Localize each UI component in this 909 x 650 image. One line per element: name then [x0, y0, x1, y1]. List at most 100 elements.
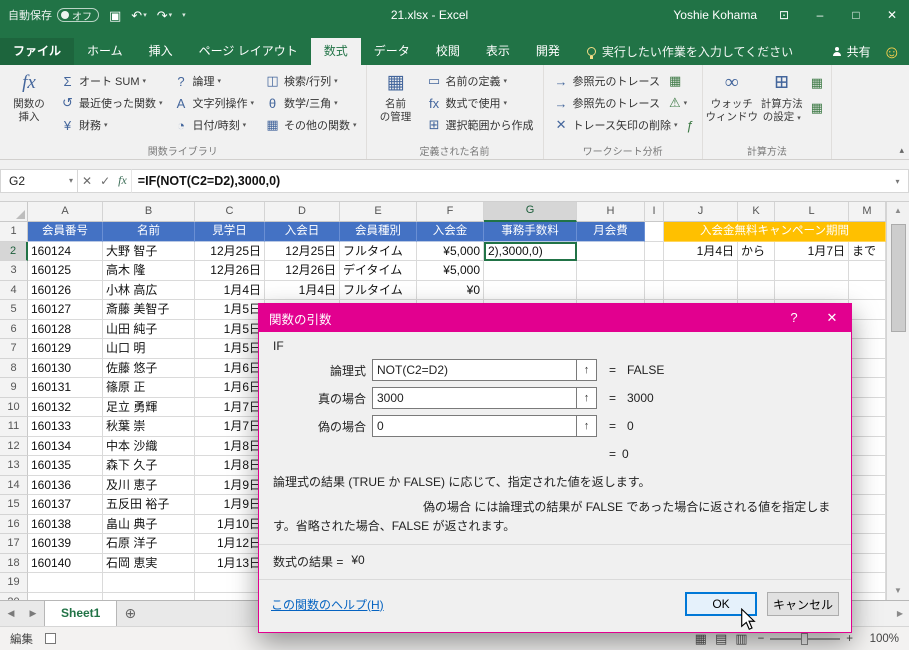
cell[interactable]: 中本 沙織: [103, 436, 195, 456]
tell-me-box[interactable]: 実行したい作業を入力してください: [586, 38, 793, 65]
dialog-close-button[interactable]: ✕: [813, 304, 851, 332]
column-header-M[interactable]: M: [849, 202, 886, 222]
cell[interactable]: [577, 241, 645, 261]
ribbon-button-remove-arrows[interactable]: ✕ トレース矢印の削除 ▾: [548, 114, 683, 136]
column-header-G[interactable]: G: [484, 202, 577, 222]
value-if-false-input[interactable]: 0: [372, 415, 577, 437]
value-if-true-range-picker-button[interactable]: ↑: [577, 387, 597, 409]
ribbon-button-define-name[interactable]: ▭ 名前の定義 ▾: [421, 70, 539, 92]
cancel-button[interactable]: キャンセル: [767, 592, 839, 617]
ribbon-button-financial[interactable]: ¥ 財務 ▾: [54, 114, 168, 136]
ribbon-button-lookup-reference[interactable]: ◫ 検索/行列 ▾: [259, 70, 362, 92]
redo-button[interactable]: ↷ ▾: [157, 9, 172, 22]
cell[interactable]: 160140: [28, 553, 103, 573]
cell[interactable]: [849, 339, 886, 359]
cell[interactable]: 160130: [28, 358, 103, 378]
cell[interactable]: 1月7日: [775, 241, 849, 261]
cell[interactable]: [849, 261, 886, 281]
value-if-false-range-picker-button[interactable]: ↑: [577, 415, 597, 437]
row-header-7[interactable]: 7: [0, 339, 28, 359]
ribbon-button-math-trig[interactable]: θ 数学/三角 ▾: [259, 92, 362, 114]
cell[interactable]: [849, 417, 886, 437]
column-header-B[interactable]: B: [103, 202, 195, 222]
cell[interactable]: 1月8日: [195, 436, 265, 456]
cell[interactable]: 山田 純子: [103, 319, 195, 339]
tab-data[interactable]: データ: [361, 38, 423, 65]
cell[interactable]: [577, 261, 645, 281]
cell[interactable]: 斎藤 美智子: [103, 300, 195, 320]
cell[interactable]: 石岡 恵実: [103, 553, 195, 573]
formula-enter-button[interactable]: ✓: [100, 174, 110, 188]
select-all-corner[interactable]: [0, 202, 28, 222]
active-cell-G2[interactable]: 2),3000,0): [484, 241, 577, 261]
cell[interactable]: 畠山 典子: [103, 514, 195, 534]
dialog-titlebar[interactable]: 関数の引数 ? ✕: [259, 304, 851, 332]
row-header-6[interactable]: 6: [0, 319, 28, 339]
cell[interactable]: [664, 261, 738, 281]
cell[interactable]: 足立 勇輝: [103, 397, 195, 417]
cell[interactable]: 山口 明: [103, 339, 195, 359]
close-button[interactable]: ✕: [883, 8, 901, 22]
tab-file[interactable]: ファイル: [0, 38, 75, 65]
name-box-dropdown-icon[interactable]: ▾: [69, 176, 73, 185]
row-header-12[interactable]: 12: [0, 436, 28, 456]
column-header-F[interactable]: F: [417, 202, 484, 222]
undo-button[interactable]: ↶ ▾: [131, 9, 146, 22]
cell[interactable]: [849, 456, 886, 476]
row-header-18[interactable]: 18: [0, 553, 28, 573]
ribbon-button-calculate-sheet[interactable]: ▦: [807, 97, 827, 119]
new-sheet-button[interactable]: ⊕: [117, 601, 143, 626]
cell[interactable]: 1月6日: [195, 358, 265, 378]
ribbon-button-name-manager[interactable]: ▦ 名前 の管理: [371, 68, 421, 144]
cell[interactable]: [849, 592, 886, 600]
column-title-cell[interactable]: 見学日: [195, 222, 265, 242]
ribbon-button-more-functions[interactable]: ▦ その他の関数 ▾: [259, 114, 362, 136]
column-header-H[interactable]: H: [577, 202, 645, 222]
cell[interactable]: 石原 洋子: [103, 534, 195, 554]
ribbon-button-calculation-options[interactable]: ⊞ 計算方法 の設定 ▾: [757, 68, 807, 144]
ribbon-button-evaluate-formula[interactable]: ƒ: [683, 114, 698, 136]
autosave-toggle[interactable]: 自動保存 オフ: [8, 7, 99, 23]
column-title-cell[interactable]: 名前: [103, 222, 195, 242]
cell[interactable]: [28, 592, 103, 600]
campaign-header-cell[interactable]: 入会金無料キャンペーン期間: [664, 222, 886, 242]
cell[interactable]: [484, 261, 577, 281]
cell[interactable]: ¥5,000: [417, 261, 484, 281]
cell[interactable]: [484, 280, 577, 300]
cell[interactable]: まで: [849, 241, 886, 261]
cell[interactable]: [664, 280, 738, 300]
cell[interactable]: [849, 378, 886, 398]
minimize-button[interactable]: –: [811, 8, 829, 22]
row-header-1[interactable]: 1: [0, 222, 28, 242]
column-title-cell[interactable]: 会員番号: [28, 222, 103, 242]
cell[interactable]: [849, 534, 886, 554]
cell[interactable]: ¥5,000: [417, 241, 484, 261]
feedback-smiley-button[interactable]: ☺: [883, 43, 901, 61]
cell[interactable]: 12月26日: [195, 261, 265, 281]
cell[interactable]: [849, 475, 886, 495]
ribbon-button-use-in-formula[interactable]: fx 数式で使用 ▾: [421, 92, 539, 114]
cell[interactable]: 1月5日: [195, 339, 265, 359]
ribbon-button-show-formulas[interactable]: ▦: [665, 70, 685, 92]
ribbon-button-calculate-now[interactable]: ▦: [807, 72, 827, 94]
cell[interactable]: [195, 573, 265, 593]
tab-view[interactable]: 表示: [473, 38, 523, 65]
ribbon-button-recent-functions[interactable]: ↺ 最近使った関数 ▾: [54, 92, 168, 114]
zoom-in-button[interactable]: +: [846, 633, 853, 645]
cell[interactable]: 1月10日: [195, 514, 265, 534]
row-header-20[interactable]: 20: [0, 592, 28, 600]
cell[interactable]: [645, 280, 664, 300]
cell[interactable]: 1月12日: [195, 534, 265, 554]
function-help-link[interactable]: この関数のヘルプ(H): [271, 596, 384, 613]
share-button[interactable]: 共有: [833, 43, 871, 60]
tab-formulas[interactable]: 数式: [310, 38, 361, 65]
cell[interactable]: 160125: [28, 261, 103, 281]
cell[interactable]: [103, 573, 195, 593]
column-header-A[interactable]: A: [28, 202, 103, 222]
cell[interactable]: 12月25日: [195, 241, 265, 261]
cell[interactable]: 大野 智子: [103, 241, 195, 261]
row-header-9[interactable]: 9: [0, 378, 28, 398]
formula-input[interactable]: =IF(NOT(C2=D2),3000,0): [130, 168, 887, 193]
cell[interactable]: 1月7日: [195, 417, 265, 437]
cell[interactable]: 佐藤 悠子: [103, 358, 195, 378]
